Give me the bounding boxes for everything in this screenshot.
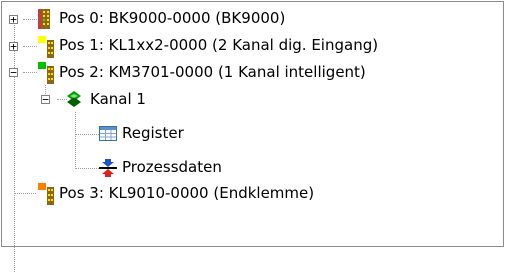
tree-branch-pos3 — [14, 193, 36, 195]
bus-coupler-icon — [38, 9, 50, 29]
tree-line-channel — [75, 112, 77, 169]
tree-branch-register — [75, 134, 99, 136]
tree-item-kanal1[interactable]: Kanal 1 — [90, 86, 146, 112]
terminal-green-icon — [38, 62, 54, 84]
expand-toggle-pos0[interactable]: + — [9, 14, 18, 25]
tree-item-register[interactable]: Register — [122, 120, 184, 146]
collapse-toggle-pos2[interactable]: − — [9, 67, 18, 78]
tree-item-prozessdaten[interactable]: Prozessdaten — [122, 154, 222, 180]
tree-branch-pos2 — [23, 72, 37, 74]
tree-branch-channel — [57, 99, 67, 101]
channel-icon — [67, 91, 81, 107]
register-table-icon — [99, 126, 117, 141]
tree-branch-prozessdaten — [75, 168, 99, 170]
tree-view[interactable]: + Pos 0: BK9000-0000 (BK9000) + Pos 1: K… — [1, 1, 504, 272]
end-terminal-icon — [38, 183, 54, 205]
process-data-icon — [99, 159, 117, 177]
collapse-toggle-kanal1[interactable]: − — [41, 94, 50, 105]
terminal-yellow-icon — [38, 36, 54, 58]
tree-item-pos2[interactable]: Pos 2: KM3701-0000 (1 Kanal intelligent) — [59, 59, 366, 85]
tree-line-root — [14, 20, 16, 272]
tree-branch-pos1 — [23, 46, 37, 48]
expand-toggle-pos1[interactable]: + — [9, 41, 18, 52]
tree-item-pos0[interactable]: Pos 0: BK9000-0000 (BK9000) — [59, 5, 285, 31]
tree-item-pos1[interactable]: Pos 1: KL1xx2-0000 (2 Kanal dig. Eingang… — [59, 32, 378, 58]
tree-branch-pos0 — [23, 19, 37, 21]
tree-item-pos3[interactable]: Pos 3: KL9010-0000 (Endklemme) — [59, 180, 314, 206]
